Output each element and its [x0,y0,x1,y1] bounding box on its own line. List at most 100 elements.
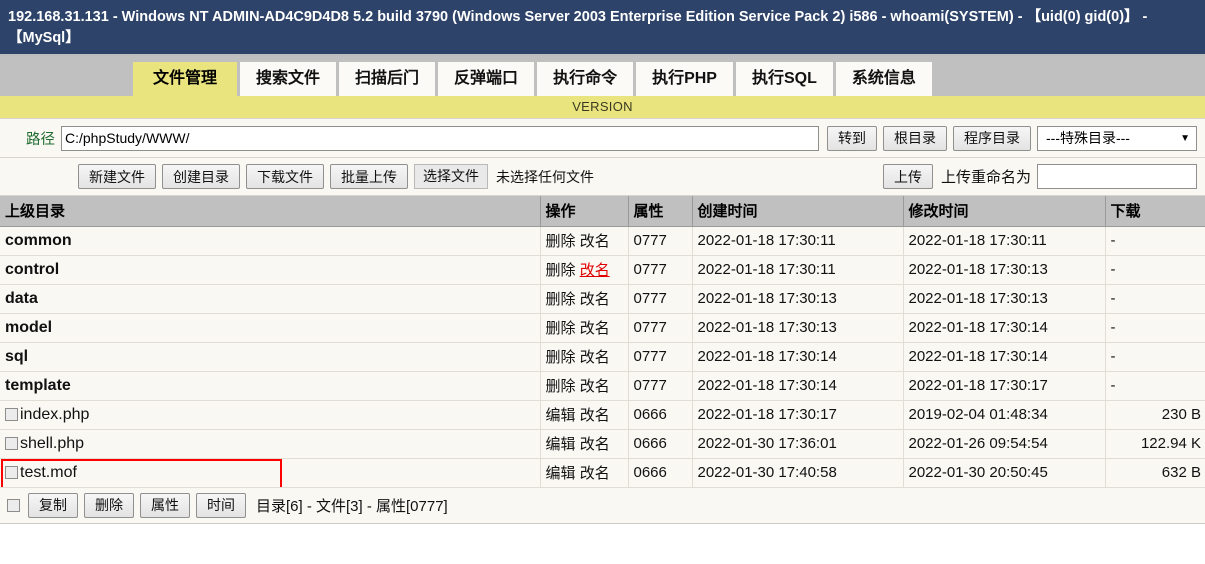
column-header-operation[interactable]: 操作 [540,196,629,227]
row-attribute-cell: 0777 [628,371,693,401]
directory-name-cell: data [0,284,541,314]
rename-link[interactable]: 改名 [580,436,610,453]
row-attribute-cell: 0777 [628,226,693,256]
page-bottom-filler [0,523,1205,536]
directory-name-cell: template [0,371,541,401]
rename-link[interactable]: 改名 [580,320,610,337]
file-link[interactable]: test.mof [20,464,77,481]
time-button[interactable]: 时间 [196,492,246,518]
root-directory-button[interactable]: 根目录 [883,125,947,151]
column-header-attribute[interactable]: 属性 [628,196,693,227]
upload-rename-input[interactable] [1037,164,1197,189]
tab-scan-backdoor[interactable]: 扫描后门 [339,62,436,96]
row-download-size-cell[interactable]: - [1105,255,1205,285]
row-download-size-cell[interactable]: - [1105,226,1205,256]
tab-exec-command[interactable]: 执行命令 [537,62,634,96]
program-directory-button[interactable]: 程序目录 [953,125,1031,151]
directory-link[interactable]: sql [5,348,28,365]
goto-button[interactable]: 转到 [827,125,877,151]
delete-link[interactable]: 删除 [546,233,576,250]
tab-exec-php[interactable]: 执行PHP [636,62,733,96]
choose-file-button[interactable]: 选择文件 [414,164,488,189]
selection-toolbar: 复制 删除 属性 时间 目录[6] - 文件[3] - 属性[0777] [0,487,1205,524]
column-header-name[interactable]: 上级目录 [0,196,541,227]
rename-link[interactable]: 改名 [580,291,610,308]
path-input[interactable] [61,125,819,151]
file-link[interactable]: shell.php [20,435,84,452]
row-operations-cell: 删除 改名 [540,313,629,343]
row-download-size-cell[interactable]: 632 B [1105,458,1205,488]
copy-button[interactable]: 复制 [28,492,78,518]
row-download-size-cell[interactable]: 122.94 K [1105,429,1205,459]
row-download-size-cell[interactable]: - [1105,284,1205,314]
special-directory-select[interactable]: ---特殊目录--- ▼ [1037,125,1197,151]
download-file-button[interactable]: 下载文件 [246,164,324,189]
window-title-bar: 192.168.31.131 - Windows NT ADMIN-AD4C9D… [0,0,1205,56]
directory-link[interactable]: template [5,377,71,394]
row-operations-cell: 编辑 改名 [540,458,629,488]
row-modify-time-cell: 2022-01-18 17:30:17 [903,371,1106,401]
rename-link[interactable]: 改名 [580,465,610,482]
row-download-size-cell[interactable]: 230 B [1105,400,1205,430]
row-create-time-cell: 2022-01-18 17:30:11 [692,255,904,285]
row-create-time-cell: 2022-01-18 17:30:17 [692,400,904,430]
delete-link[interactable]: 删除 [546,291,576,308]
row-download-size-cell[interactable]: - [1105,371,1205,401]
window-title-text: 192.168.31.131 - Windows NT ADMIN-AD4C9D… [8,9,1148,46]
row-modify-time-cell: 2022-01-18 17:30:14 [903,342,1106,372]
row-attribute-cell: 0666 [628,429,693,459]
rename-link[interactable]: 改名 [580,233,610,250]
edit-link[interactable]: 编辑 [546,436,576,453]
column-header-mtime[interactable]: 修改时间 [903,196,1106,227]
new-file-button[interactable]: 新建文件 [78,164,156,189]
delete-button[interactable]: 删除 [84,492,134,518]
row-operations-cell: 删除 改名 [540,342,629,372]
row-operations-cell: 删除 改名 [540,226,629,256]
delete-link[interactable]: 删除 [546,349,576,366]
row-modify-time-cell: 2022-01-18 17:30:11 [903,226,1106,256]
table-row: data 删除 改名 0777 2022-01-18 17:30:13 2022-01-… [0,284,1205,314]
row-operations-cell: 删除 改名 [540,255,629,285]
select-all-checkbox[interactable] [7,498,20,512]
delete-link[interactable]: 删除 [546,378,576,395]
file-link[interactable]: index.php [20,406,89,423]
file-name-cell: index.php [0,400,541,430]
delete-link[interactable]: 删除 [546,320,576,337]
upload-button[interactable]: 上传 [882,164,933,189]
upload-rename-label: 上传重命名为 [940,169,1031,186]
edit-link[interactable]: 编辑 [546,407,576,424]
tab-reverse-port[interactable]: 反弹端口 [438,62,535,96]
rename-link[interactable]: 改名 [580,349,610,366]
attribute-button[interactable]: 属性 [140,492,190,518]
row-create-time-cell: 2022-01-18 17:30:14 [692,342,904,372]
edit-link[interactable]: 编辑 [546,465,576,482]
row-select-checkbox[interactable] [5,465,18,479]
create-directory-button[interactable]: 创建目录 [162,164,240,189]
row-select-checkbox[interactable] [5,436,18,450]
file-name-cell: shell.php [0,429,541,459]
tab-file-manager[interactable]: 文件管理 [133,62,238,96]
delete-link[interactable]: 删除 [546,262,576,279]
row-create-time-cell: 2022-01-30 17:40:58 [692,458,904,488]
directory-link[interactable]: model [5,319,52,336]
tab-search-files[interactable]: 搜索文件 [240,62,337,96]
row-create-time-cell: 2022-01-18 17:30:14 [692,371,904,401]
column-header-download[interactable]: 下载 [1105,196,1205,227]
row-attribute-cell: 0777 [628,342,693,372]
rename-link[interactable]: 改名 [580,262,610,279]
row-download-size-cell[interactable]: - [1105,313,1205,343]
directory-link[interactable]: control [5,261,59,278]
row-modify-time-cell: 2022-01-30 20:50:45 [903,458,1106,488]
row-select-checkbox[interactable] [5,407,18,421]
column-header-ctime[interactable]: 创建时间 [692,196,904,227]
rename-link[interactable]: 改名 [580,407,610,424]
directory-link[interactable]: data [5,290,38,307]
tab-system-info[interactable]: 系统信息 [835,62,932,96]
batch-upload-button[interactable]: 批量上传 [330,164,408,189]
tab-bar: 文件管理 搜索文件 扫描后门 反弹端口 执行命令 执行PHP 执行SQL 系统信… [0,56,1205,96]
directory-link[interactable]: common [5,232,72,249]
tab-exec-sql[interactable]: 执行SQL [735,62,833,96]
row-download-size-cell[interactable]: - [1105,342,1205,372]
table-row: index.php 编辑 改名 0666 2022-01-18 17:30:17 201… [0,400,1205,430]
rename-link[interactable]: 改名 [580,378,610,395]
